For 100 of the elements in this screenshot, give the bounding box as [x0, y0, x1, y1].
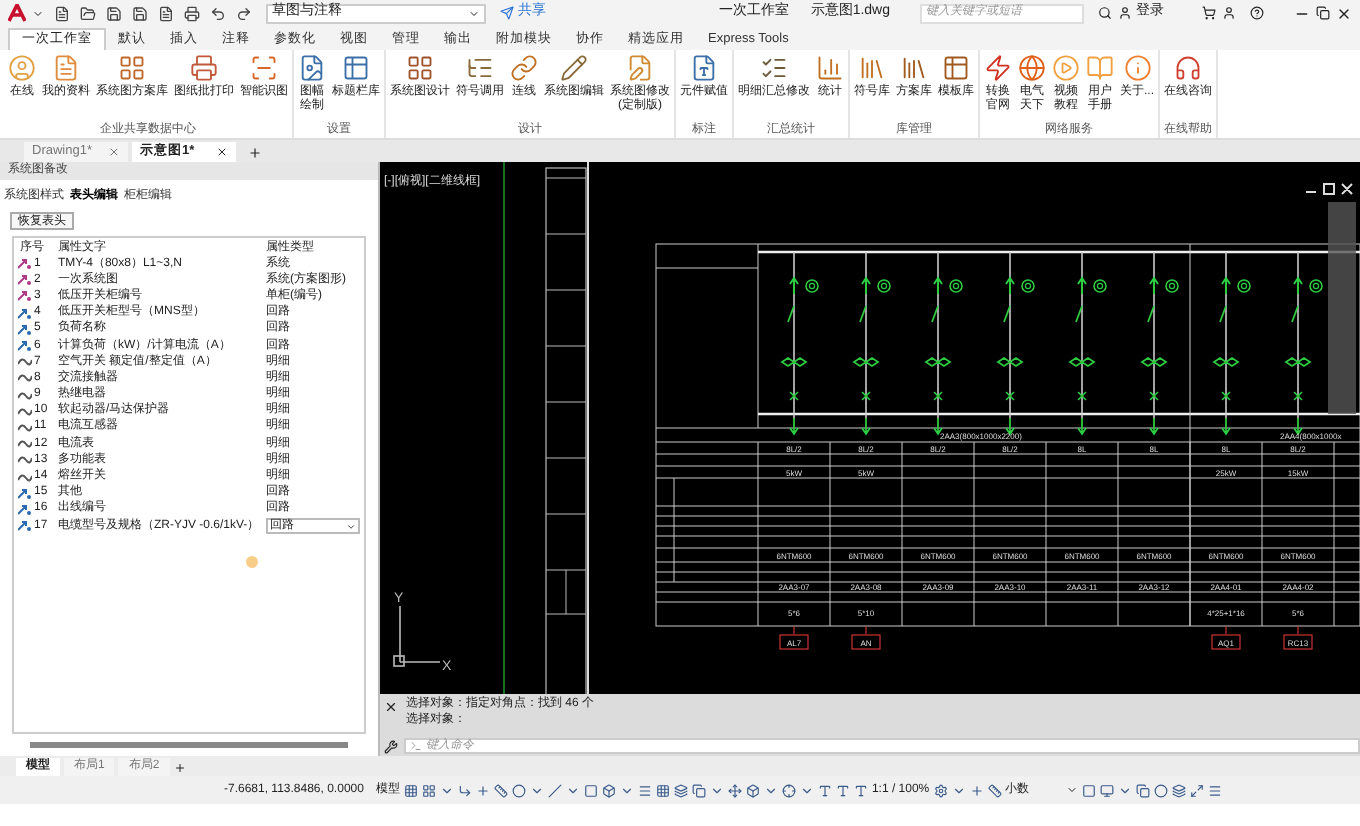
row-marker-icon [18, 438, 32, 451]
help-icon[interactable] [1250, 6, 1264, 20]
ribbon-tool-icon [858, 54, 886, 82]
toolbar-icon[interactable] [236, 5, 252, 21]
drawing-canvas[interactable] [380, 162, 1360, 694]
status-tool-icon[interactable] [853, 783, 868, 797]
toolbar-icon[interactable] [106, 5, 122, 21]
ribbon-tool-icon [942, 54, 970, 82]
status-tool-icon[interactable] [637, 783, 652, 797]
toolbar-icon[interactable] [132, 5, 148, 21]
row-marker-icon [18, 405, 32, 418]
toolbar-icon[interactable] [158, 5, 174, 21]
restore-icon[interactable] [1316, 6, 1330, 20]
status-tool-icon[interactable] [475, 783, 490, 797]
status-tool-icon[interactable] [817, 783, 832, 797]
status-tool-icon[interactable] [421, 783, 436, 797]
ribbon-tool-icon [690, 54, 718, 82]
row-marker-icon [18, 274, 32, 287]
status-tool-icon[interactable] [835, 783, 850, 797]
ribbon-tool-icon [190, 54, 218, 82]
status-tool-icon[interactable] [951, 783, 966, 797]
status-tool-icon[interactable] [933, 783, 948, 797]
viewport-controls-icon[interactable] [1305, 183, 1353, 195]
wrench-icon[interactable] [384, 739, 398, 753]
status-tool-icon[interactable] [1081, 783, 1096, 797]
status-tool-icon[interactable] [691, 783, 706, 797]
status-tool-icon[interactable] [1189, 783, 1204, 797]
status-tool-icon[interactable] [457, 783, 472, 797]
row-marker-icon [18, 471, 32, 484]
new-tab-icon[interactable] [248, 146, 262, 160]
ucs-axes-icon [393, 605, 441, 667]
row-marker-icon [18, 372, 32, 385]
status-tool-icon[interactable] [601, 783, 616, 797]
toolbar-icon[interactable] [80, 5, 96, 21]
ribbon-tool-icon [466, 54, 494, 82]
status-tool-icon[interactable] [1153, 783, 1168, 797]
ribbon-tool-icon [510, 54, 538, 82]
close-icon[interactable] [1336, 5, 1352, 21]
ribbon-tool-icon [1086, 54, 1114, 82]
row-marker-icon [18, 356, 32, 369]
prompt-icon [410, 740, 422, 752]
status-tool-icon[interactable] [439, 783, 454, 797]
search-icon[interactable] [1098, 6, 1112, 20]
row-marker-icon [18, 454, 32, 467]
user-icon [1118, 6, 1132, 20]
status-tool-icon[interactable] [1117, 783, 1132, 797]
ribbon-tool-icon [1174, 54, 1203, 82]
ribbon-tool-icon [560, 54, 588, 82]
cart-icon[interactable] [1202, 6, 1216, 20]
caret-icon [1065, 784, 1078, 796]
toolbar-icon[interactable] [210, 5, 226, 21]
ribbon-tool-icon [900, 54, 928, 82]
ribbon-tool-icon [984, 54, 1012, 82]
ribbon-tool-icon [342, 54, 370, 82]
ribbon-tool-icon [298, 54, 326, 82]
status-tool-icon[interactable] [1135, 783, 1150, 797]
status-tool-icon[interactable] [655, 783, 670, 797]
row-marker-icon [18, 307, 32, 320]
ribbon-tool-icon [1052, 54, 1080, 82]
row-marker-icon [18, 323, 32, 336]
row-marker-icon [18, 290, 32, 303]
ribbon-tool-icon [250, 54, 278, 82]
ribbon-tool-icon [760, 54, 788, 82]
status-tool-icon[interactable] [763, 783, 778, 797]
row-marker-icon [18, 258, 32, 271]
toolbar-icon[interactable] [184, 5, 200, 21]
status-tool-icon[interactable] [799, 783, 814, 797]
ribbon-tool-icon [8, 54, 36, 82]
status-tool-icon[interactable] [1099, 783, 1114, 797]
row-marker-icon [18, 421, 32, 434]
status-tool-icon[interactable] [403, 783, 418, 797]
new-layout-icon[interactable] [173, 762, 186, 774]
app-logo-icon[interactable] [8, 4, 26, 22]
status-tool-icon[interactable] [987, 783, 1002, 797]
status-tool-icon[interactable] [619, 783, 634, 797]
row-marker-icon [18, 389, 32, 402]
status-tool-icon[interactable] [745, 783, 760, 797]
status-tool-icon[interactable] [1207, 783, 1222, 797]
status-tool-icon[interactable] [709, 783, 724, 797]
row-marker-icon [18, 503, 32, 516]
status-tool-icon[interactable] [673, 783, 688, 797]
caret-icon[interactable] [32, 7, 44, 19]
toolbar-icon[interactable] [54, 5, 70, 21]
ribbon-tool-icon [52, 54, 80, 82]
status-tool-icon[interactable] [493, 783, 508, 797]
status-tool-icon[interactable] [781, 783, 796, 797]
caret-icon [346, 521, 356, 532]
ribbon-tool-icon [118, 54, 146, 82]
row-marker-icon [18, 487, 32, 500]
close-icon[interactable] [216, 146, 228, 158]
status-tool-icon[interactable] [1171, 783, 1186, 797]
send-icon [500, 6, 514, 20]
close-icon[interactable] [384, 700, 398, 714]
ribbon-tool-icon [1018, 54, 1046, 82]
status-tool-icon[interactable] [969, 783, 984, 797]
row-marker-icon [18, 340, 32, 353]
account-icon[interactable] [1222, 6, 1236, 20]
status-tool-icon[interactable] [727, 783, 742, 797]
ribbon-tool-icon [626, 54, 654, 82]
ribbon-tool-icon [406, 54, 434, 82]
